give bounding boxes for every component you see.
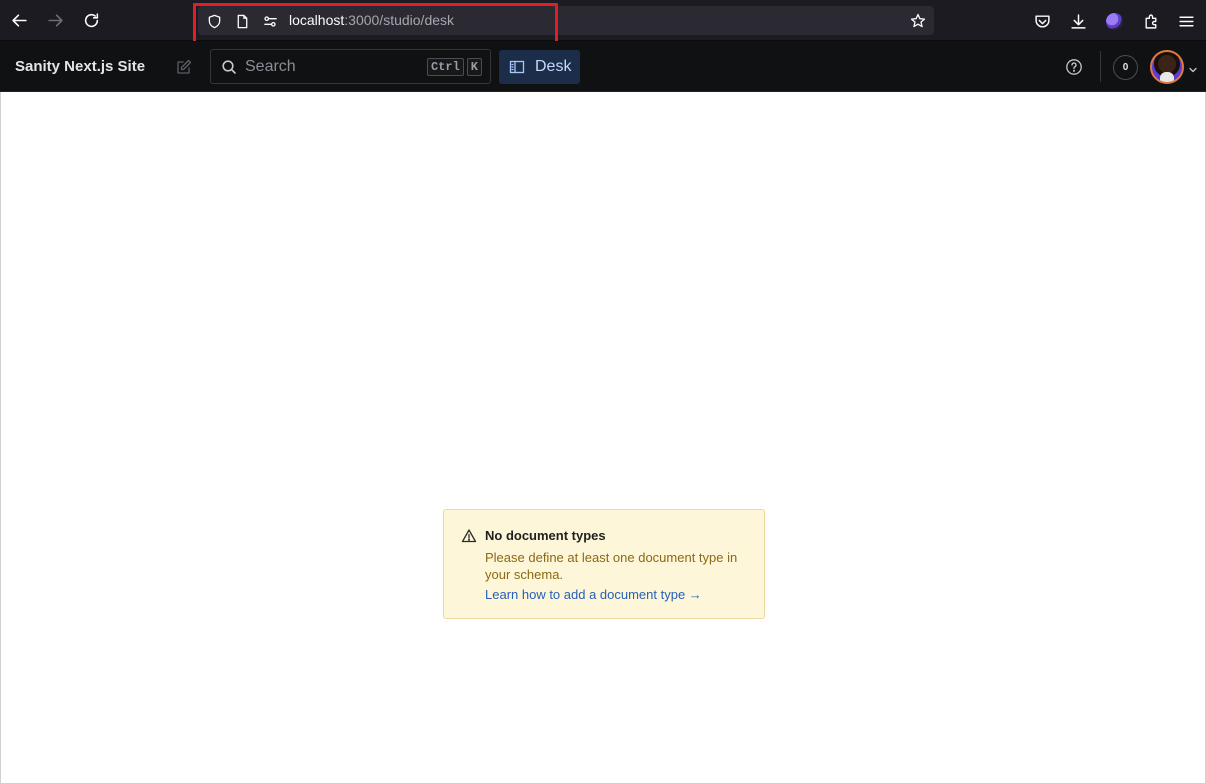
bookmark-star-icon[interactable] [908,11,928,31]
url-bar[interactable]: localhost:3000/studio/desk [198,6,934,35]
shortcut-key-ctrl: Ctrl [426,58,464,76]
compose-icon[interactable] [172,55,196,79]
tool-desk-label: Desk [535,58,572,75]
permissions-icon[interactable] [262,13,278,29]
shield-icon[interactable] [206,13,222,29]
search-input[interactable] [245,56,415,78]
reload-icon[interactable] [77,6,105,34]
download-icon[interactable] [1065,8,1091,34]
studio-navbar: Sanity Next.js Site Ctrl K Desk 0 [0,41,1206,92]
warning-title: No document types [485,528,606,543]
tool-desk-button[interactable]: Desk [499,50,580,84]
url-path: :3000/studio/desk [344,12,455,28]
warning-icon [461,528,477,544]
avatar [1150,50,1184,84]
browser-toolbar: localhost:3000/studio/desk [0,0,1206,44]
profile-icon[interactable] [1101,8,1127,34]
desk-icon [509,60,525,74]
presence-badge[interactable]: 0 [1113,55,1138,80]
forward-icon[interactable] [41,6,69,34]
search-shortcut: Ctrl K [426,58,482,76]
search-icon [221,59,237,75]
extensions-icon[interactable] [1138,8,1164,34]
warning-body: Please define at least one document type… [485,550,738,582]
menu-icon[interactable] [1173,8,1199,34]
header-divider [1100,51,1101,82]
chevron-down-icon [1188,62,1198,73]
help-icon[interactable] [1062,55,1086,79]
desk-main-area: No document types Please define at least… [0,92,1206,784]
site-title[interactable]: Sanity Next.js Site [15,58,145,75]
shortcut-key-k: K [466,58,482,76]
learn-document-type-link[interactable]: Learn how to add a document type → [485,587,702,602]
page-icon[interactable] [234,13,250,29]
no-document-types-card: No document types Please define at least… [443,509,765,619]
search-box[interactable]: Ctrl K [210,49,491,84]
url-text[interactable]: localhost:3000/studio/desk [289,12,454,28]
back-icon[interactable] [5,6,33,34]
pocket-icon[interactable] [1029,8,1055,34]
url-host: localhost [289,12,345,28]
user-menu-button[interactable] [1150,50,1200,84]
